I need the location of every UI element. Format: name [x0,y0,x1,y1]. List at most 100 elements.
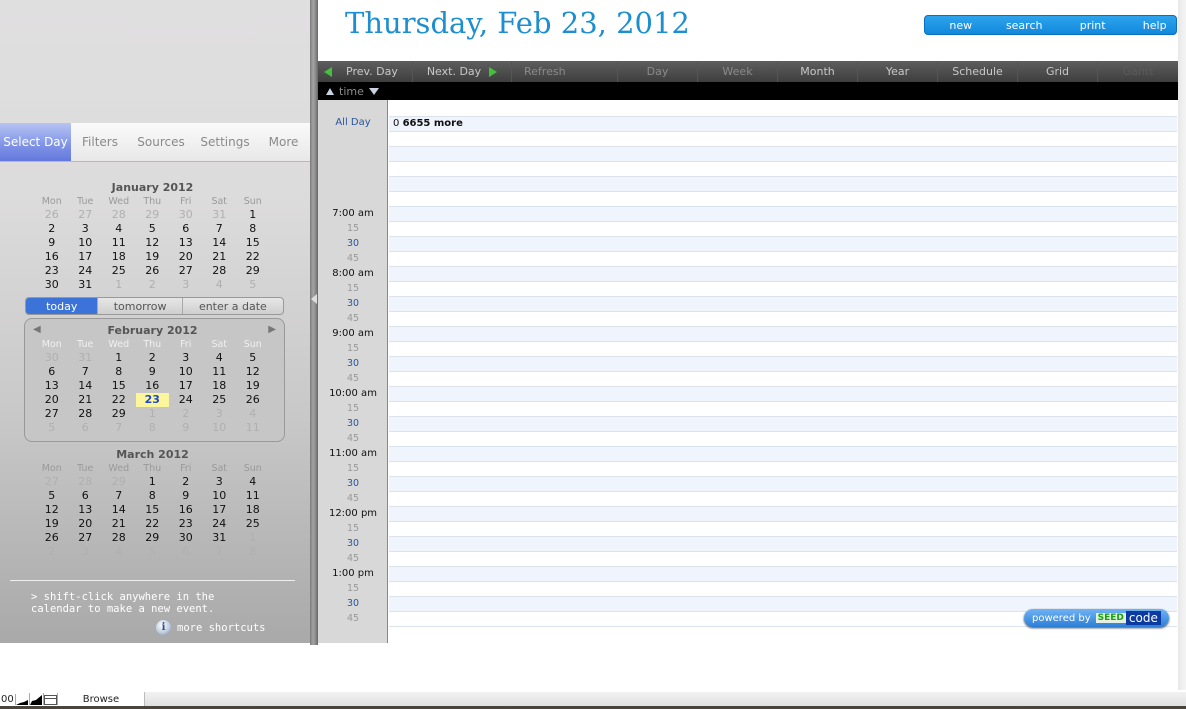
calendar-day[interactable]: 16 [35,250,69,264]
calendar-day[interactable]: 1 [236,208,270,222]
calendar-day[interactable]: 14 [69,379,103,393]
calendar-day[interactable]: 26 [35,208,69,222]
calendar-day[interactable]: 2 [35,222,69,236]
all-day-row[interactable] [389,192,1177,207]
calendar-day[interactable]: 4 [236,407,270,421]
calendar-day[interactable]: 12 [136,236,170,250]
calendar-day[interactable]: 28 [102,208,136,222]
time-slot-row[interactable] [389,402,1177,417]
calendar-day[interactable]: 6 [169,222,203,236]
calendar-day[interactable]: 2 [169,475,203,489]
time-slot-row[interactable] [389,462,1177,477]
calendar-day[interactable]: 15 [102,379,136,393]
calendar-day[interactable]: 21 [203,250,237,264]
time-slot-row[interactable] [389,372,1177,387]
calendar-day[interactable]: 4 [203,351,237,365]
calendar-day[interactable]: 12 [35,503,69,517]
calendar-day[interactable]: 3 [69,222,103,236]
calendar-day[interactable]: 21 [102,517,136,531]
calendar-day[interactable]: 24 [169,393,203,407]
calendar-day[interactable]: 30 [169,531,203,545]
calendar-day[interactable]: 25 [102,264,136,278]
calendar-day[interactable]: 10 [203,489,237,503]
calendar-day[interactable]: 9 [169,489,203,503]
calendar-day[interactable]: 5 [35,489,69,503]
search-button[interactable]: search [996,16,1052,34]
calendar-day[interactable]: 4 [236,475,270,489]
calendar-day[interactable]: 1 [102,278,136,292]
view-month-button[interactable]: Month [778,61,858,82]
toolbar-toggle-icon[interactable] [43,693,58,705]
tab-filters[interactable]: Filters [71,123,129,161]
all-day-row[interactable] [389,132,1177,147]
calendar-day[interactable]: 3 [203,407,237,421]
calendar-day[interactable]: 12 [236,365,270,379]
calendar-day[interactable]: 31 [69,278,103,292]
calendar-day[interactable]: 29 [136,208,170,222]
sidebar-splitter[interactable] [310,0,318,645]
time-slot-row[interactable] [389,552,1177,567]
calendar-day[interactable]: 8 [136,489,170,503]
calendar-day[interactable]: 22 [136,517,170,531]
calendar-day[interactable]: 25 [236,517,270,531]
calendar-day[interactable]: 7 [102,421,136,435]
calendar-day[interactable]: 20 [69,517,103,531]
selected-day[interactable]: 23 [135,393,169,407]
calendar-day[interactable]: 1 [136,475,170,489]
calendar-day[interactable]: 4 [102,222,136,236]
time-slot-row[interactable] [389,357,1177,372]
calendar-day[interactable]: 18 [236,503,270,517]
time-slot-row[interactable] [389,582,1177,597]
calendar-day[interactable]: 3 [69,545,103,559]
time-up-icon[interactable] [326,87,334,95]
time-slot-row[interactable] [389,312,1177,327]
calendar-day[interactable]: 7 [203,545,237,559]
calendar-day[interactable]: 27 [35,407,69,421]
calendar-day[interactable]: 23 [169,517,203,531]
calendar-day[interactable]: 13 [35,379,69,393]
view-day-button[interactable]: Day [618,61,698,82]
calendar-day[interactable]: 30 [35,278,69,292]
calendar-day[interactable]: 5 [236,278,270,292]
calendar-day[interactable]: 10 [69,236,103,250]
calendar-day[interactable]: 17 [169,379,203,393]
calendar-day[interactable]: 29 [102,407,136,421]
more-shortcuts-link[interactable]: i more shortcuts [156,620,266,635]
calendar-day[interactable]: 5 [136,222,170,236]
calendar-day[interactable]: 20 [35,393,69,407]
calendar-day[interactable]: 29 [136,531,170,545]
today-button[interactable]: today [26,298,99,314]
tomorrow-button[interactable]: tomorrow [98,298,183,314]
calendar-day[interactable]: 11 [203,365,237,379]
tab-sources[interactable]: Sources [129,123,193,161]
calendar-day[interactable]: 28 [69,407,103,421]
calendar-day[interactable]: 6 [69,421,103,435]
calendar-day[interactable]: 2 [136,278,170,292]
calendar-day[interactable]: 8 [236,222,270,236]
calendar-day[interactable]: 7 [102,489,136,503]
view-schedule-button[interactable]: Schedule [938,61,1018,82]
calendar-day[interactable]: 31 [69,351,103,365]
time-down-icon[interactable] [368,87,379,95]
calendar-day[interactable]: 23 [35,264,69,278]
all-day-row[interactable] [389,102,1177,117]
calendar-day[interactable]: 25 [203,393,237,407]
calendar-day[interactable]: 2 [169,407,203,421]
calendar-day[interactable]: 29 [102,475,136,489]
time-slot-row[interactable] [389,522,1177,537]
calendar-day[interactable]: 30 [169,208,203,222]
calendar-day[interactable]: 20 [169,250,203,264]
time-slot-row[interactable] [389,537,1177,552]
calendar-day[interactable]: 21 [69,393,103,407]
help-button[interactable]: help [1133,16,1176,34]
calendar-day[interactable]: 19 [136,250,170,264]
time-slot-row[interactable] [389,267,1177,282]
calendar-day[interactable]: 3 [169,351,203,365]
calendar-day[interactable]: 15 [236,236,270,250]
all-day-row[interactable] [389,177,1177,192]
calendar-day[interactable]: 24 [203,517,237,531]
calendar-day[interactable]: 14 [203,236,237,250]
time-slot-row[interactable] [389,417,1177,432]
time-slot-row[interactable] [389,342,1177,357]
more-events-link[interactable]: 6655 more [403,118,463,129]
